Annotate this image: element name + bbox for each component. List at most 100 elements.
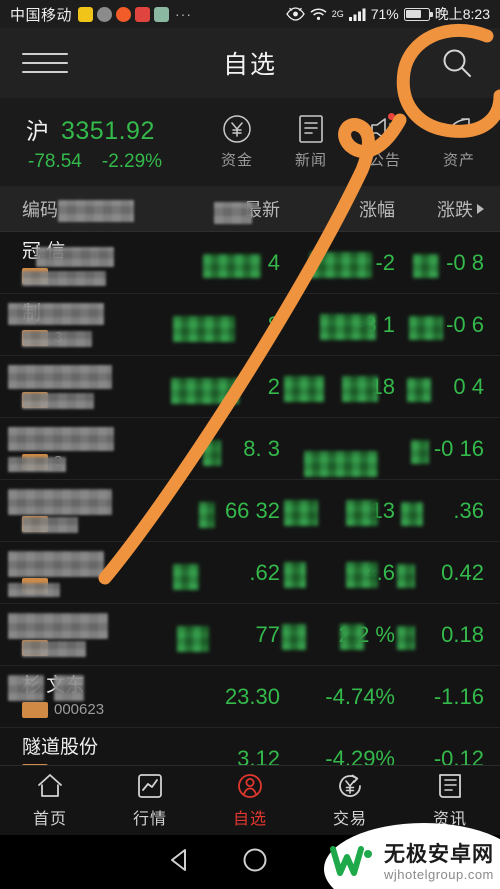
carrier-label: 中国移动 xyxy=(10,6,73,24)
battery-icon xyxy=(403,7,433,21)
document-lines-icon xyxy=(297,114,325,144)
table-row[interactable]: 制 3 8 -3 1 -0 6 xyxy=(0,294,500,356)
quick-action-news[interactable]: 新闻 xyxy=(274,114,348,170)
column-header-change-percent[interactable]: 涨幅 xyxy=(280,196,395,222)
speaker-icon xyxy=(369,113,401,144)
quick-action-announcements[interactable]: 公告 xyxy=(348,113,422,170)
stock-code: 000623 xyxy=(54,701,105,718)
notification-badge-dot xyxy=(388,113,395,120)
table-row[interactable]: .62 4.6 0.42 xyxy=(0,542,500,604)
column-header-last[interactable]: 最新 xyxy=(165,196,280,224)
column-header-last-label: 最新 xyxy=(244,199,280,220)
column-header-code-label: 编码 xyxy=(22,199,58,220)
market-tag-badge xyxy=(22,640,48,656)
stock-name: 杉 文东 xyxy=(22,674,85,696)
tab-label: 自选 xyxy=(232,811,267,828)
watermark-site-name: 无极安卓网 xyxy=(384,842,494,866)
status-right-cluster: 2G 71% 晚上8:23 xyxy=(285,4,490,24)
tab-watchlist[interactable]: 自选 xyxy=(200,766,300,835)
stock-list[interactable]: 冠 信 4 -2 -0 8 制 3 8 -3 1 -0 6 2 18 0 4 3 8. 3 -0 16 66 … xyxy=(0,232,500,765)
quick-action-label: 新闻 xyxy=(294,152,327,169)
stock-code-row: 000623 xyxy=(22,702,165,719)
last-price-value: 8. 3 xyxy=(243,435,280,461)
stock-name-cell: 冠 信 xyxy=(0,240,165,286)
column-header-code[interactable]: 编码 xyxy=(0,196,165,222)
eye-care-icon xyxy=(285,7,305,21)
last-price: 8 xyxy=(165,312,280,342)
battery-percent-label: 71% xyxy=(370,6,399,22)
signal-icon xyxy=(348,8,366,21)
table-row[interactable]: 杉 文东 000623 23.30 -4.74% -1.16 xyxy=(0,666,500,728)
last-price-value: 23.30 xyxy=(224,683,280,709)
yen-chart-arrow-icon xyxy=(443,114,475,144)
censor-block xyxy=(284,561,306,588)
back-triangle-icon[interactable] xyxy=(165,845,195,880)
stock-name-cell xyxy=(0,612,165,657)
change-percent-value: -2 xyxy=(375,249,395,275)
music-app-icon xyxy=(78,6,94,22)
stock-name-cell xyxy=(0,488,165,533)
quick-action-assets[interactable]: 资产 xyxy=(422,114,496,170)
change-percent-value: -4.29% xyxy=(325,745,395,766)
status-bar: 中国移动 ··· 2G 71% 晚上8:23 xyxy=(0,0,500,28)
table-row[interactable]: 66 32 13 .36 xyxy=(0,480,500,542)
last-price: .62 xyxy=(165,560,280,590)
stock-name: 冠 信 xyxy=(22,240,66,262)
censor-block xyxy=(58,199,134,222)
last-price-value: 4 xyxy=(267,249,280,275)
change-percent-value: 13 xyxy=(370,497,395,523)
hamburger-menu-icon[interactable] xyxy=(22,48,68,78)
yen-circle-icon xyxy=(222,114,252,144)
sort-caret-icon[interactable] xyxy=(477,203,484,214)
change-value-value: 0.18 xyxy=(441,621,484,647)
change-value-value: .36 xyxy=(453,497,484,523)
table-row[interactable]: 2 18 0 4 xyxy=(0,356,500,418)
change-percent: 13 xyxy=(280,497,395,526)
quick-action-funds[interactable]: 资金 xyxy=(200,114,274,170)
change-percent: -4.74% xyxy=(280,684,395,710)
stock-name-cell: 3 xyxy=(0,426,165,472)
stock-name: 隧道股份 xyxy=(22,736,99,758)
stock-name-cell xyxy=(0,550,165,597)
phone-screen: 中国移动 ··· 2G 71% 晚上8:23 自选 沪 3351.92 -78.… xyxy=(0,0,500,889)
index-summary[interactable]: 沪 3351.92 -78.54 -2.29% xyxy=(0,112,200,173)
change-value: 0 4 xyxy=(395,374,500,402)
column-header-change[interactable]: 涨跌 xyxy=(395,196,500,222)
change-percent: -2 xyxy=(280,249,395,278)
table-row[interactable]: 3 8. 3 -0 16 xyxy=(0,418,500,480)
table-row[interactable]: 隧道股份 3.12 -4.29% -0.12 xyxy=(0,728,500,765)
table-row[interactable]: 冠 信 4 -2 -0 8 xyxy=(0,232,500,294)
last-price: 8. 3 xyxy=(165,435,280,466)
android-navigation-bar: 无极安卓网 wjhotelgroup.com xyxy=(0,823,500,889)
market-tag-badge xyxy=(22,392,48,408)
stock-code-row: 3 xyxy=(22,330,165,347)
censor-block xyxy=(171,377,239,404)
stock-code: 3 xyxy=(54,453,63,470)
censor-block xyxy=(173,563,199,590)
stock-name xyxy=(22,613,165,635)
change-percent-value: -4.74% xyxy=(325,683,395,709)
search-icon[interactable] xyxy=(436,42,478,84)
change-percent-value: 18 xyxy=(370,373,395,399)
tab-home[interactable]: 首页 xyxy=(0,766,100,835)
change-value-value: -1.16 xyxy=(433,683,484,709)
tab-trade[interactable]: 交易 xyxy=(300,766,400,835)
stock-code-row xyxy=(22,392,165,409)
censor-block xyxy=(397,563,415,588)
stock-name-cell: 制3 xyxy=(0,302,165,347)
watermark-text: 无极安卓网 wjhotelgroup.com xyxy=(384,844,494,881)
page-title: 自选 xyxy=(222,51,277,79)
home-circle-icon[interactable] xyxy=(240,845,270,880)
table-row[interactable]: 77 2.2 % 0.18 xyxy=(0,604,500,666)
censor-block xyxy=(409,315,443,340)
tab-market[interactable]: 行情 xyxy=(100,766,200,835)
change-value-value: -0.12 xyxy=(433,745,484,766)
tab-label: 首页 xyxy=(32,811,67,828)
network-type-label: 2G xyxy=(331,9,344,19)
stock-name-cell: 杉 文东 000623 xyxy=(0,674,165,719)
change-percent-value: -3 1 xyxy=(357,311,395,337)
censor-block xyxy=(401,501,423,526)
stock-name xyxy=(22,365,165,387)
index-value: 3351.92 xyxy=(61,116,155,145)
market-tag-badge xyxy=(22,454,48,470)
